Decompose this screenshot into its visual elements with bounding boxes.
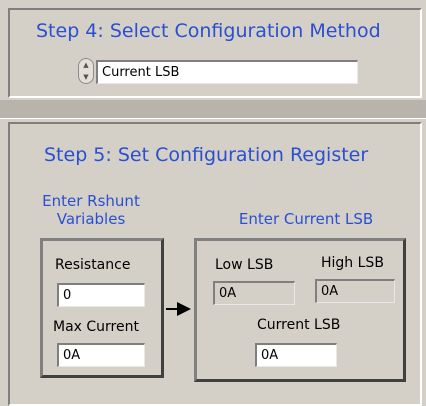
current-lsb-field[interactable]: 0A bbox=[255, 343, 337, 367]
resistance-label: Resistance bbox=[55, 257, 131, 273]
current-lsb-label: Current LSB bbox=[257, 317, 341, 333]
right-arrow-icon bbox=[166, 302, 192, 316]
rshunt-heading: Enter Rshunt Variables bbox=[42, 192, 140, 228]
resistance-field[interactable]: 0 bbox=[57, 283, 145, 307]
up-down-spinner-icon[interactable]: ▲ ▼ bbox=[78, 58, 94, 84]
step5-title: Step 5: Set Configuration Register bbox=[44, 144, 369, 166]
high-lsb-field: 0A bbox=[315, 279, 395, 303]
section-divider bbox=[0, 100, 426, 119]
high-lsb-label: High LSB bbox=[321, 255, 384, 271]
max-current-label: Max Current bbox=[53, 319, 139, 335]
step5-panel: Step 5: Set Configuration Register Enter… bbox=[8, 122, 422, 406]
low-lsb-field: 0A bbox=[213, 281, 295, 305]
step4-panel: Step 4: Select Configuration Method ▲ ▼ C… bbox=[8, 8, 422, 98]
step4-title: Step 4: Select Configuration Method bbox=[36, 20, 381, 42]
configuration-method-field[interactable]: Current LSB bbox=[96, 60, 358, 84]
low-lsb-label: Low LSB bbox=[215, 257, 274, 273]
current-lsb-heading: Enter Current LSB bbox=[238, 210, 374, 228]
rshunt-frame: Resistance 0 Max Current 0A bbox=[40, 238, 164, 378]
current-lsb-frame: Low LSB 0A High LSB 0A Current LSB 0A bbox=[194, 238, 406, 382]
max-current-field[interactable]: 0A bbox=[57, 343, 145, 367]
